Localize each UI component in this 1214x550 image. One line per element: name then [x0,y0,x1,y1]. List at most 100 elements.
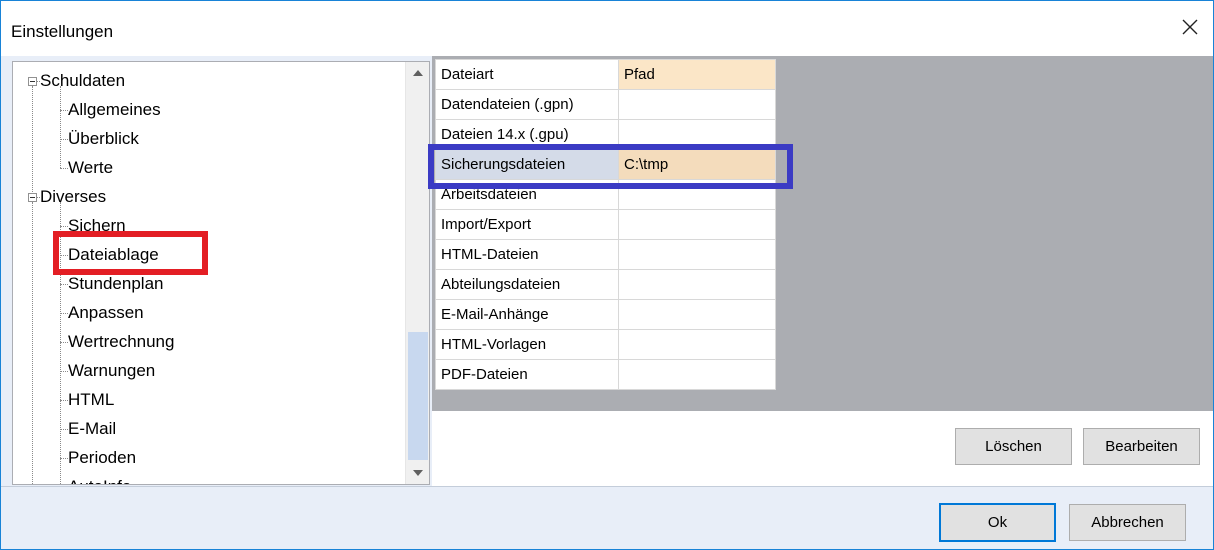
collapse-icon[interactable] [28,77,37,86]
scroll-down-button[interactable] [406,462,429,484]
path-cell[interactable] [618,299,776,330]
tree-item[interactable]: Perioden [68,444,136,472]
tree-item[interactable]: Werte [68,154,113,182]
file-type-cell[interactable]: HTML-Dateien [435,239,619,270]
tree-connector [60,139,68,140]
tree-connector [60,255,68,256]
tree-connector [60,458,68,459]
tree-connector [60,226,68,227]
tree-item-label: Werte [68,158,114,177]
close-icon [1182,19,1198,35]
tree-connector [60,342,68,343]
tree-item-label: Diverses [40,187,107,206]
tree-item[interactable]: Allgemeines [68,96,161,124]
tree-connector [60,110,68,111]
tree-item-label: Perioden [68,448,137,467]
grid-row[interactable]: Dateien 14.x (.gpu) [435,119,776,150]
ok-button[interactable]: Ok [939,503,1056,542]
settings-tree: Schuldaten Allgemeines Überblick Werte Diver… [12,61,430,485]
tree-item[interactable]: Warnungen [68,357,155,385]
file-storage-panel: Dateiart Pfad Datendateien (.gpn) Dateien… [432,56,1213,486]
tree-item[interactable]: Stundenplan [68,270,163,298]
collapse-icon[interactable] [28,193,37,202]
tree-item[interactable]: Anpassen [68,299,144,327]
tree-item-label: Allgemeines [68,100,161,119]
path-cell[interactable] [618,209,776,240]
path-cell[interactable]: C:\tmp [618,149,776,180]
edit-button[interactable]: Bearbeiten [1083,428,1200,465]
tree-connector [60,429,68,430]
tree-connector [32,202,33,484]
dialog-body: Schuldaten Allgemeines Überblick Werte Diver… [1,56,1213,549]
tree-item-label: Schuldaten [40,71,126,90]
path-cell[interactable] [618,329,776,360]
tree-item-label: Anpassen [68,303,144,322]
tree-item-label: Warnungen [68,361,156,380]
scroll-up-button[interactable] [406,62,429,84]
tree-item-label: Sichern [68,216,126,235]
path-cell[interactable] [618,269,776,300]
path-cell[interactable] [618,119,776,150]
file-type-cell[interactable]: E-Mail-Anhänge [435,299,619,330]
tree-connector [37,197,40,198]
file-type-cell[interactable]: Dateien 14.x (.gpu) [435,119,619,150]
file-type-cell[interactable]: Abteilungsdateien [435,269,619,300]
grid-row[interactable]: Sicherungsdateien C:\tmp [435,149,776,180]
button-bar-separator [1,486,1213,487]
grid-row[interactable]: Abteilungsdateien [435,269,776,300]
grid-row[interactable]: HTML-Vorlagen [435,329,776,360]
grid-row[interactable]: E-Mail-Anhänge [435,299,776,330]
close-button[interactable] [1167,7,1213,47]
grid-row[interactable]: Arbeitsdateien [435,179,776,210]
tree-list: Schuldaten Allgemeines Überblick Werte Diver… [13,62,405,484]
column-header-type[interactable]: Dateiart [435,59,619,90]
file-type-cell[interactable]: HTML-Vorlagen [435,329,619,360]
arrow-down-icon [413,470,423,476]
arrow-up-icon [413,70,423,76]
path-cell[interactable] [618,179,776,210]
tree-item-label: Überblick [68,129,139,148]
tree-connector [60,400,68,401]
settings-dialog: Einstellungen Schuldaten Allgemeines Überb… [0,0,1214,550]
path-cell[interactable] [618,359,776,390]
tree-scrollbar[interactable] [405,62,429,484]
tree-item[interactable]: Überblick [68,125,139,153]
path-cell[interactable] [618,89,776,120]
tree-connector [60,86,61,168]
title-bar[interactable]: Einstellungen [1,1,1213,56]
tree-connector [60,371,68,372]
grid-row[interactable]: HTML-Dateien [435,239,776,270]
tree-connector [37,81,40,82]
tree-item[interactable]: Sichern [68,212,126,240]
tree-connector [60,202,61,484]
tree-item[interactable]: Wertrechnung [68,328,174,356]
cancel-button[interactable]: Abbrechen [1069,504,1186,541]
window-title: Einstellungen [11,22,114,41]
file-type-cell[interactable]: Import/Export [435,209,619,240]
grid-header-row: Dateiart Pfad [435,59,776,90]
file-type-cell[interactable]: Arbeitsdateien [435,179,619,210]
tree-item-label: E-Mail [68,419,117,438]
grid-row[interactable]: PDF-Dateien [435,359,776,390]
path-cell[interactable] [618,239,776,270]
scroll-thumb[interactable] [408,332,428,460]
tree-item[interactable]: AutoInfo [68,473,131,484]
column-header-path[interactable]: Pfad [618,59,776,90]
tree-item[interactable]: E-Mail [68,415,116,443]
tree-item[interactable]: Diverses [40,183,106,211]
tree-item[interactable]: HTML [68,386,114,414]
grid-row[interactable]: Import/Export [435,209,776,240]
tree-connector [60,284,68,285]
file-type-cell[interactable]: Sicherungsdateien [435,149,619,180]
file-type-cell[interactable]: PDF-Dateien [435,359,619,390]
tree-item-label: HTML [68,390,115,409]
tree-item-label: Wertrechnung [68,332,175,351]
tree-item[interactable]: Schuldaten [40,67,125,95]
tree-item[interactable]: Dateiablage [68,241,159,269]
file-type-cell[interactable]: Datendateien (.gpn) [435,89,619,120]
grid-area: Dateiart Pfad Datendateien (.gpn) Dateien… [432,56,1213,411]
tree-connector [60,168,68,169]
delete-button[interactable]: Löschen [955,428,1072,465]
grid-row[interactable]: Datendateien (.gpn) [435,89,776,120]
tree-item-label: Stundenplan [68,274,164,293]
